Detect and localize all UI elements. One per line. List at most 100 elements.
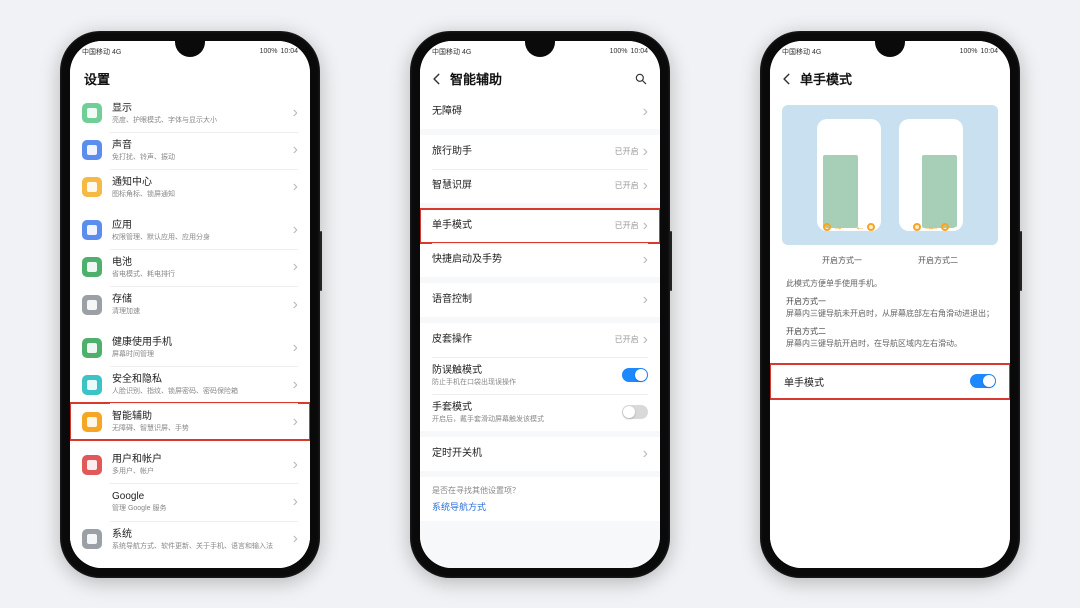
toggle[interactable] [622,405,648,419]
assist-row[interactable]: 旅行助手已开启› [420,135,660,169]
chevron-right-icon: › [293,104,298,122]
back-button[interactable] [430,72,446,86]
settings-row[interactable]: Google管理 Google 服务› [70,483,310,520]
assist-row[interactable]: 手套模式开启后，戴手套滑动屏幕触发该模式 [420,394,660,431]
status-right: 100% 10:04 [610,48,648,55]
row-text: 手套模式开启后，戴手套滑动屏幕触发该模式 [432,401,622,424]
search-button[interactable] [634,72,650,86]
chevron-right-icon: › [293,339,298,357]
row-status: 已开启 [615,146,639,157]
row-icon [82,338,102,358]
assist-row[interactable]: 无障碍› [420,95,660,129]
assist-row[interactable]: 防误触模式防止手机在口袋出现误操作 [420,357,660,394]
row-icon [82,455,102,475]
back-button[interactable] [780,72,796,86]
chevron-right-icon: › [293,141,298,159]
status-left: 中国移动 4G [82,47,121,57]
caption-1: 开启方式一 [794,255,890,266]
assist-row[interactable]: 单手模式已开启 › [420,209,660,243]
chevron-right-icon: › [643,177,648,195]
smart-assist-list[interactable]: 无障碍›旅行助手已开启›智慧识屏已开启›单手模式已开启›快捷启动及手势›语音控制… [420,95,660,568]
page-title: 智能辅助 [450,69,634,88]
row-text: 通知中心图标角标、锁屏通知 [112,176,293,199]
row-status: 已开启 [615,334,639,345]
row-text: 存储清理加速 [112,293,293,316]
row-icon [82,492,102,512]
row-text: 皮套操作 [432,333,615,346]
settings-row[interactable]: 通知中心图标角标、锁屏通知› [70,169,310,206]
one-hand-toggle-row[interactable]: 单手模式 [770,364,1010,399]
row-text: 智慧识屏 [432,179,615,192]
illustration-phone-1: → ← [817,119,881,231]
chevron-right-icon: › [293,376,298,394]
chevron-right-icon: › [293,530,298,548]
caption-2: 开启方式二 [890,255,986,266]
header-one-hand: 单手模式 [770,63,1010,95]
settings-list[interactable]: 显示亮度、护眼模式、字体与显示大小›声音免打扰、铃声、振动›通知中心图标角标、锁… [70,95,310,568]
arrow-left-icon [780,72,794,86]
settings-row[interactable]: 声音免打扰、铃声、振动› [70,132,310,169]
settings-row[interactable]: 安全和隐私人脸识别、指纹、锁屏密码、密码保险箱› [70,366,310,403]
settings-row[interactable]: 应用权限管理、默认应用、应用分身› [70,212,310,249]
chevron-right-icon: › [643,103,648,121]
phone-mockup-1: 中国移动 4G 100% 10:04 设置 显示亮度、护眼模式、字体与显示大小›… [60,31,320,578]
row-icon [82,295,102,315]
row-text: 快捷启动及手势 [432,253,643,266]
screen-2: 中国移动 4G 100% 10:04 智能辅助 无障碍›旅行助手已开启›智慧识屏… [420,41,660,568]
settings-row[interactable]: 存储清理加速› [70,286,310,323]
settings-row[interactable]: 电池省电模式、耗电排行› [70,249,310,286]
arrow-left-icon [430,72,444,86]
gesture-icon: → [823,222,843,233]
settings-row[interactable]: 用户和帐户多用户、帐户› [70,446,310,483]
page-title: 单手模式 [800,69,1000,88]
page-title: 设置 [84,69,300,88]
assist-row[interactable]: 定时开关机› [420,437,660,471]
chevron-right-icon: › [643,331,648,349]
row-icon [82,412,102,432]
row-icon [82,177,102,197]
illustration-captions: 开启方式一 开启方式二 [770,251,1010,274]
chevron-right-icon: › [293,258,298,276]
row-text: 单手模式 [432,219,615,232]
row-status: 已开启 [615,220,639,231]
row-text: 智能辅助无障碍、智慧识屏、手势 [112,410,293,433]
chevron-right-icon: › [293,413,298,431]
row-icon [82,529,102,549]
one-hand-content: → ← → ← 开启方式一 开启方式二 此模式方便单手使用手机。 开启方式一 屏… [770,95,1010,568]
gesture-icon: ← [855,222,875,233]
assist-row[interactable]: 皮套操作已开启 › [420,323,660,357]
header-smart-assist: 智能辅助 [420,63,660,95]
row-text: 电池省电模式、耗电排行 [112,256,293,279]
row-text: 安全和隐私人脸识别、指纹、锁屏密码、密码保险箱 [112,373,293,396]
phone-mockup-3: 中国移动 4G 100% 10:04 单手模式 → ← → [760,31,1020,578]
status-right: 100% 10:04 [260,48,298,55]
description: 此模式方便单手使用手机。 开启方式一 屏幕内三键导航未开启时，从屏幕底部左右角滑… [770,274,1010,354]
row-text: 健康使用手机屏幕时间管理 [112,336,293,359]
assist-row[interactable]: 智慧识屏已开启 › [420,169,660,203]
chevron-right-icon: › [643,217,648,235]
row-text: 无障碍 [432,105,643,118]
illustration-phone-2: → ← [899,119,963,231]
chevron-right-icon: › [293,221,298,239]
one-hand-toggle[interactable] [970,374,996,388]
search-icon [634,72,648,86]
chevron-right-icon: › [643,291,648,309]
status-left: 中国移动 4G [782,47,821,57]
assist-row[interactable]: 快捷启动及手势› [420,243,660,277]
row-text: 声音免打扰、铃声、振动 [112,139,293,162]
row-text: 用户和帐户多用户、帐户 [112,453,293,476]
illustration: → ← → ← [782,105,998,245]
assist-row[interactable]: 语音控制› [420,283,660,317]
settings-row[interactable]: 智能辅助无障碍、智慧识屏、手势› [70,403,310,440]
related-link[interactable]: 是否在寻找其他设置项？系统导航方式 [420,477,660,521]
status-right: 100% 10:04 [960,48,998,55]
chevron-right-icon: › [293,456,298,474]
chevron-right-icon: › [293,493,298,511]
status-left: 中国移动 4G [432,47,471,57]
chevron-right-icon: › [293,178,298,196]
settings-row[interactable]: 显示亮度、护眼模式、字体与显示大小› [70,95,310,132]
settings-row[interactable]: 健康使用手机屏幕时间管理› [70,329,310,366]
toggle[interactable] [622,368,648,382]
settings-row[interactable]: 系统系统导航方式、软件更新、关于手机、语言和输入法› [70,521,310,558]
row-status: 已开启 [615,180,639,191]
